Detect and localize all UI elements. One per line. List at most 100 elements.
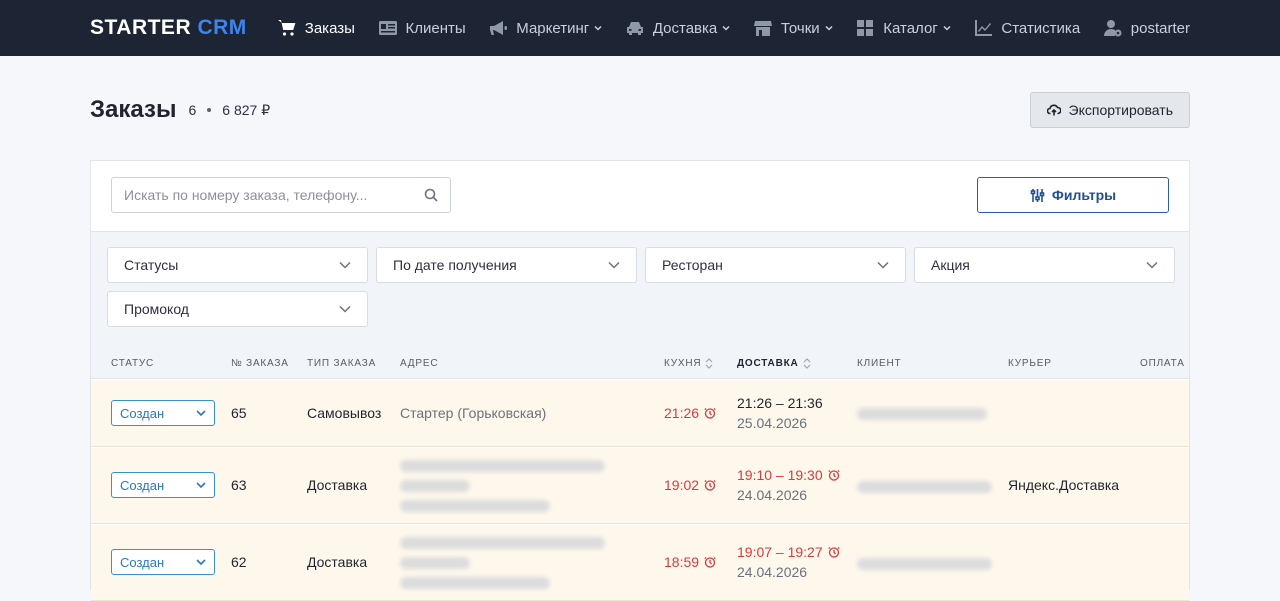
col-type-label: Тип заказа [307,357,377,369]
filter-promo-action[interactable]: Акция [914,247,1175,283]
nav-stats[interactable]: Статистика [973,19,1080,37]
delivery-time-value: 19:07 – 19:27 [737,544,823,560]
nav-orders[interactable]: Заказы [277,19,355,37]
chevron-down-icon [608,261,620,269]
delivery-date: 25.04.2026 [737,415,808,431]
status-select[interactable]: Создан [111,549,215,575]
chevron-down-icon [339,305,351,313]
delivery-time-value: 19:10 – 19:30 [737,467,823,483]
status-select[interactable]: Создан [111,472,215,498]
filter-date-label: По дате получения [393,257,517,273]
order-number[interactable]: 65 [231,405,247,421]
col-delivery-label: Доставка [737,357,799,369]
filters-button-label: Фильтры [1051,187,1117,203]
order-type: Доставка [307,477,368,493]
status-label: Создан [120,554,165,570]
kitchen-time: 19:02 [664,477,716,493]
nav-points-label: Точки [780,19,820,37]
nav-catalog-label: Каталог [883,19,938,37]
col-client-label: Клиент [857,357,902,369]
nav-points[interactable]: Точки [753,19,833,37]
user-gear-icon [1103,20,1122,37]
brand-logo[interactable]: STARTER CRM [90,16,247,40]
brand-name: STARTER [90,16,192,39]
clock-icon [827,545,840,558]
nav-clients-label: Клиенты [405,19,466,37]
nav-stats-label: Статистика [1001,19,1081,37]
export-button[interactable]: Экспортировать [1029,92,1190,128]
top-navbar: STARTER CRM Заказы Клиенты Маркетинг Дос… [0,0,1280,56]
brand-suffix: CRM [197,16,247,39]
order-type: Самовывоз [307,405,382,421]
export-button-label: Экспортировать [1068,102,1173,118]
client-phone-redacted [857,408,987,420]
search-icon[interactable] [424,188,438,202]
col-status-label: Статус [111,357,155,369]
clock-icon [704,555,716,568]
filter-statuses[interactable]: Статусы [107,247,368,283]
filter-promocode-label: Промокод [124,301,189,317]
col-kitchen-label: Кухня [664,357,702,369]
filter-promocode[interactable]: Промокод [107,291,368,327]
car-icon [626,22,643,35]
cart-icon [277,20,296,36]
col-kitchen[interactable]: Кухня [664,347,713,379]
nav-delivery[interactable]: Доставка [625,19,730,37]
nav-clients[interactable]: Клиенты [378,19,466,37]
filter-restaurant-label: Ресторан [662,257,723,273]
kitchen-time-value: 19:02 [664,477,700,493]
filter-statuses-label: Статусы [124,257,179,273]
col-address: Адрес [400,347,438,379]
delivery-date: 24.04.2026 [737,487,808,503]
orders-card: Фильтры Статусы По дате получения Рестор… [90,160,1190,601]
delivery-time: 19:07 – 19:27 [737,544,840,560]
order-type: Доставка [307,554,368,570]
filter-date[interactable]: По дате получения [376,247,637,283]
kitchen-time: 18:59 [664,554,716,570]
search-input[interactable] [124,187,424,203]
table-row[interactable]: Создан 63 Доставка 19:02 19:10 – 19:30 2… [91,448,1189,524]
col-number: № заказа [231,347,289,379]
order-number[interactable]: 63 [231,477,247,493]
order-number[interactable]: 62 [231,554,247,570]
grid-icon [857,20,874,36]
chevron-down-icon [339,261,351,269]
col-type: Тип заказа [307,347,376,379]
status-label: Создан [120,477,165,493]
page-header: Заказы 6 6 827 ₽ Экспортировать [90,92,1190,128]
clock-icon [704,478,716,491]
filter-restaurant[interactable]: Ресторан [645,247,906,283]
nav-marketing[interactable]: Маркетинг [488,19,602,37]
nav-user-label: postarter [1130,19,1190,37]
chevron-down-icon [196,410,206,416]
chevron-down-icon [1146,261,1158,269]
chart-icon [975,20,993,36]
status-select[interactable]: Создан [111,400,215,426]
col-delivery[interactable]: Доставка [737,347,811,379]
clock-icon [827,468,840,481]
nav-orders-label: Заказы [304,19,355,37]
order-address-redacted [400,537,605,589]
nav-marketing-label: Маркетинг [516,19,590,37]
filters-button[interactable]: Фильтры [977,177,1169,213]
store-icon [753,21,772,36]
table-row[interactable]: Создан 62 Доставка 18:59 19:07 – 19:27 2… [91,525,1189,601]
col-payment-label: Оплата [1140,357,1185,369]
id-card-icon [378,21,397,35]
courier-name: Яндекс.Доставка [1008,477,1120,493]
nav-user[interactable]: postarter [1103,19,1190,37]
col-courier: Курьер [1008,347,1052,379]
nav-catalog[interactable]: Каталог [855,19,951,37]
cloud-upload-icon [1046,104,1061,116]
chevron-down-icon [196,482,206,488]
client-phone-redacted [857,558,992,570]
chevron-down-icon [594,25,602,31]
kitchen-time-value: 21:26 [664,405,700,421]
filter-promo-action-label: Акция [931,257,970,273]
table-header: Статус № заказа Тип заказа Адрес Кухня Д… [91,347,1189,379]
filter-panel: Статусы По дате получения Ресторан Акция… [91,231,1189,347]
col-address-label: Адрес [400,357,439,369]
orders-count: 6 [188,102,197,118]
table-row[interactable]: Создан 65 Самовывоз Стартер (Горьковская… [91,380,1189,447]
chevron-down-icon [722,25,730,31]
